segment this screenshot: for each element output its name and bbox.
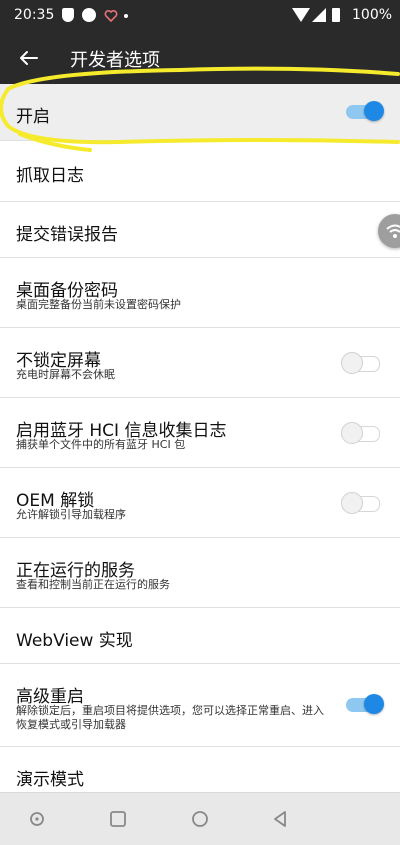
row-title: WebView 实现 xyxy=(16,631,133,651)
row-subtitle: 解除锁定后，重启项目将提供选项，您可以选择正常重启、进入恢复模式或引导加载器 xyxy=(16,704,324,731)
toggle-knob xyxy=(364,694,384,714)
oem-unlock-toggle[interactable] xyxy=(341,492,380,514)
back-arrow-icon xyxy=(20,51,38,65)
navigation-bar xyxy=(0,792,400,845)
wifi-icon xyxy=(386,224,400,238)
battery-percent: 100% xyxy=(352,7,393,23)
heart-icon xyxy=(104,8,118,23)
stay-awake-toggle[interactable] xyxy=(341,352,380,374)
row-advanced-reboot[interactable]: 高级重启 解除锁定后，重启项目将提供选项，您可以选择正常重启、进入恢复模式或引导… xyxy=(0,664,400,747)
row-oem-unlock[interactable]: OEM 解锁 允许解锁引导加载程序 xyxy=(0,468,400,538)
triangle-back-icon xyxy=(274,811,286,827)
notification-icon xyxy=(82,8,96,22)
circle-icon xyxy=(192,811,208,827)
wifi-icon xyxy=(292,8,310,22)
row-demo-mode[interactable]: 演示模式 xyxy=(0,747,400,792)
enable-toggle[interactable] xyxy=(346,101,384,121)
row-subtitle: 允许解锁引导加载程序 xyxy=(16,508,126,521)
back-nav-button[interactable] xyxy=(268,807,292,831)
bt-hci-toggle[interactable] xyxy=(341,422,380,444)
row-title: 演示模式 xyxy=(16,770,84,790)
row-bug-report[interactable]: 提交错误报告 xyxy=(0,202,400,258)
assistant-button[interactable] xyxy=(25,807,49,831)
row-subtitle: 桌面完整备份当前未设置密码保护 xyxy=(16,298,181,311)
advanced-reboot-toggle[interactable] xyxy=(346,694,384,714)
page-title: 开发者选项 xyxy=(70,50,160,71)
row-stay-awake[interactable]: 不锁定屏幕 充电时屏幕不会休眠 xyxy=(0,328,400,398)
app-bar: 开发者选项 xyxy=(0,32,400,84)
toggle-knob xyxy=(341,422,363,444)
toggle-knob xyxy=(341,352,363,374)
dot-circle-icon xyxy=(30,812,44,826)
back-button[interactable] xyxy=(12,42,44,74)
row-capture-logs[interactable]: 抓取日志 xyxy=(0,141,400,202)
row-enable[interactable]: 开启 xyxy=(0,84,400,141)
row-subtitle: 查看和控制当前正在运行的服务 xyxy=(16,578,170,591)
more-notifications-dot xyxy=(124,14,128,18)
row-title: 抓取日志 xyxy=(16,166,84,186)
row-subtitle: 捕获单个文件中的所有蓝牙 HCI 包 xyxy=(16,438,186,451)
square-icon xyxy=(110,811,126,827)
row-running-services[interactable]: 正在运行的服务 查看和控制当前正在运行的服务 xyxy=(0,538,400,608)
status-time: 20:35 xyxy=(14,7,55,23)
home-button[interactable] xyxy=(188,807,212,831)
status-bar: 20:35 100% xyxy=(0,0,400,32)
row-title: 开启 xyxy=(16,107,50,127)
signal-icon xyxy=(312,8,326,22)
recents-button[interactable] xyxy=(106,807,130,831)
row-bt-hci-log[interactable]: 启用蓝牙 HCI 信息收集日志 捕获单个文件中的所有蓝牙 HCI 包 xyxy=(0,398,400,468)
row-backup-password[interactable]: 桌面备份密码 桌面完整备份当前未设置密码保护 xyxy=(0,258,400,328)
row-subtitle: 充电时屏幕不会休眠 xyxy=(16,368,115,381)
settings-list: 开启 抓取日志 提交错误报告 桌面备份密码 桌面完整备份当前未设置密码保护 不锁… xyxy=(0,84,400,792)
battery-icon xyxy=(332,8,340,22)
row-webview[interactable]: WebView 实现 xyxy=(0,608,400,664)
toggle-knob xyxy=(341,492,363,514)
toggle-knob xyxy=(364,101,384,121)
shield-icon xyxy=(62,8,74,22)
row-title: 提交错误报告 xyxy=(16,225,118,245)
